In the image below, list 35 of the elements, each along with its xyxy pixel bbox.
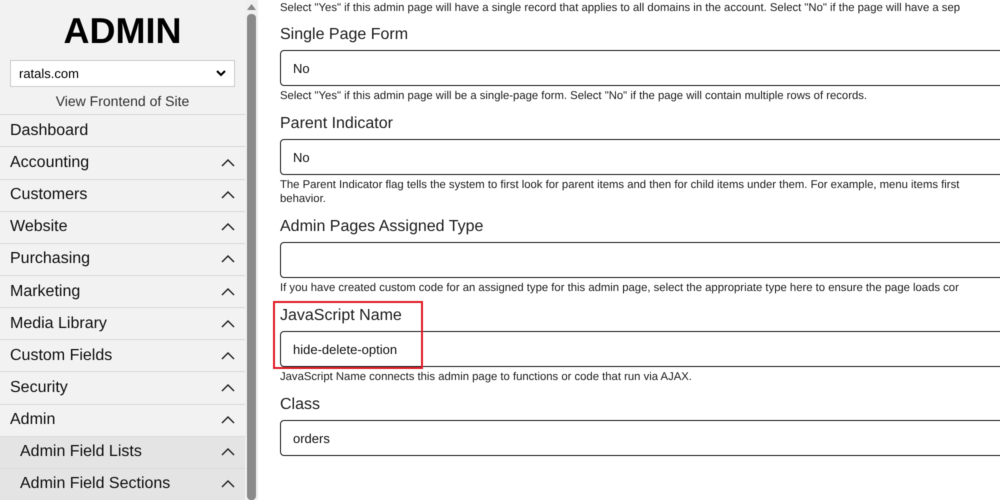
- field-label: Single Page Form: [280, 26, 410, 44]
- chevron-up-icon: [221, 191, 235, 200]
- chevron-down-icon: [216, 70, 226, 78]
- sidebar-item[interactable]: Admin Field Lists: [0, 436, 245, 468]
- scroll-up-icon[interactable]: [247, 4, 256, 10]
- field-label: Parent Indicator: [280, 115, 394, 133]
- input-field[interactable]: No: [280, 50, 1000, 86]
- help-text: The Parent Indicator flag tells the system to first look for parent items and then for child items under them. For example, menu items first behavior.: [280, 178, 960, 206]
- field-label: JavaScript Name: [280, 307, 403, 325]
- field-label: Admin Pages Assigned Type: [280, 218, 484, 236]
- frontend-link[interactable]: View Frontend of Site: [0, 87, 245, 114]
- help-text: JavaScript Name connects this admin page to functions or code that run via AJAX.: [280, 370, 693, 384]
- scrollbar[interactable]: [245, 0, 258, 500]
- chevron-up-icon: [221, 320, 235, 328]
- input-field[interactable]: hide-delete-option: [280, 331, 1000, 367]
- scrollbar-thumb[interactable]: [247, 14, 256, 500]
- sidebar-item[interactable]: Admin Field Sections: [0, 468, 245, 500]
- help-text: If you have created custom code for an assigned type for this admin page, select the appropriate type here to ensure the page loads cor: [280, 281, 960, 295]
- input-field[interactable]: [280, 242, 1000, 278]
- field-label: Class: [280, 396, 322, 414]
- chevron-up-icon: [221, 159, 235, 167]
- chevron-up-icon: [221, 384, 235, 392]
- input-field[interactable]: No: [280, 139, 1000, 175]
- chevron-up-icon: [221, 352, 235, 360]
- chevron-up-icon: [221, 480, 235, 488]
- chevron-up-icon: [221, 416, 235, 424]
- chevron-up-icon: [221, 223, 235, 232]
- site-select[interactable]: ratals.com: [10, 60, 235, 88]
- help-text: Select "Yes" if this admin page will have a single record that applies to all domains in the account. Select "No" if the page will have a sep: [280, 1, 962, 14]
- help-text: Select "Yes" if this admin page will be a single-page form. Select "No" if the page will contain multiple rows of records.: [280, 89, 868, 103]
- sidebar-title: ADMIN: [62, 9, 182, 53]
- chevron-up-icon: [221, 448, 235, 456]
- chevron-up-icon: [221, 255, 235, 264]
- input-field[interactable]: orders: [280, 420, 1000, 456]
- chevron-up-icon: [221, 288, 235, 296]
